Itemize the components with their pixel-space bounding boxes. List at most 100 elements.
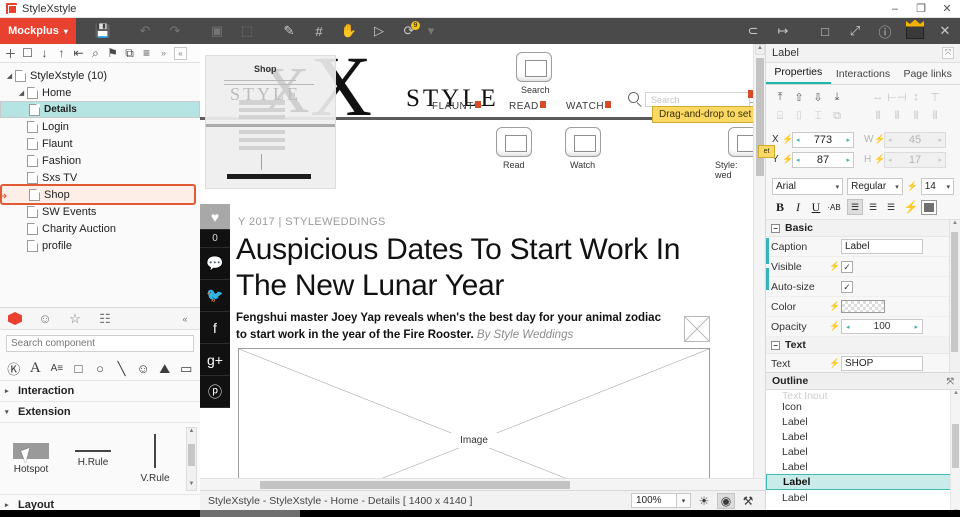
emoji-icon[interactable]: ☺ xyxy=(132,358,154,380)
canvas-horizontal-scrollbar[interactable] xyxy=(200,478,765,490)
collapse-panel-button[interactable]: « xyxy=(174,46,187,60)
add-folder-icon[interactable]: ☐ xyxy=(19,44,36,62)
save-icon[interactable]: 💾 xyxy=(88,18,118,44)
section-interaction[interactable]: ▸ Interaction xyxy=(0,381,200,402)
font-weight-select[interactable]: Regular ▾ xyxy=(847,178,903,195)
decrement-icon[interactable]: ◂ xyxy=(796,136,800,144)
redo-icon[interactable]: ↷ xyxy=(160,18,190,44)
outline-scrollbar[interactable]: ▲ ▼ xyxy=(950,390,960,517)
tree-item-flaunt[interactable]: Flaunt xyxy=(0,135,200,152)
page-icon[interactable]: ▣ xyxy=(202,18,232,44)
maximize-button[interactable]: ❐ xyxy=(908,0,934,18)
my-library-tab[interactable]: ☷ xyxy=(90,308,120,330)
component-hotspot[interactable]: Hotspot xyxy=(0,423,62,494)
caption-input[interactable]: Label xyxy=(841,239,923,254)
preview-icon[interactable]: ▷ xyxy=(364,18,394,44)
bold-button[interactable]: B xyxy=(772,199,788,215)
nav-link-watch[interactable]: WATCH xyxy=(566,101,612,112)
outline-item-label[interactable]: Label xyxy=(766,444,960,459)
font-size-select[interactable]: 14 ▾ xyxy=(920,178,954,195)
tab-properties[interactable]: Properties xyxy=(766,66,831,84)
button-icon[interactable]: Ⓚ xyxy=(3,358,25,380)
outline-item-label[interactable]: Label xyxy=(766,414,960,429)
align-center-icon[interactable]: ⌷ xyxy=(791,108,807,124)
text-icon[interactable]: A xyxy=(25,358,47,380)
nav-link-flaunt[interactable]: FLAUNT xyxy=(432,101,481,112)
bolt-icon[interactable]: ⚡ xyxy=(829,358,841,369)
space-right-icon[interactable]: ⦀ xyxy=(908,108,924,124)
y-input[interactable]: ◂ 87 ▸ xyxy=(792,151,854,168)
component-vrule[interactable]: V.Rule xyxy=(124,423,186,494)
space-left-icon[interactable]: ⦀ xyxy=(870,108,886,124)
outline-item-icon[interactable]: Icon xyxy=(766,399,960,414)
move-up-icon[interactable]: ↑ xyxy=(53,44,70,62)
extension-scrollbar[interactable]: ▲ ▼ xyxy=(186,427,197,491)
scrollbar-thumb[interactable] xyxy=(188,444,195,466)
align-left-button[interactable]: ☰ xyxy=(847,199,863,215)
decrement-icon[interactable]: ◂ xyxy=(796,156,800,164)
tab-interactions[interactable]: Interactions xyxy=(831,68,896,84)
align-stack-icon[interactable]: ⧉ xyxy=(829,108,845,124)
font-family-select[interactable]: Arial ▾ xyxy=(772,178,844,195)
align-down-icon[interactable]: ⇩ xyxy=(810,89,826,105)
h-input[interactable]: ◂ 17 ▸ xyxy=(884,151,946,168)
sync-icon[interactable]: ⟳ 9 xyxy=(394,18,424,44)
bolt-icon[interactable]: ⚡ xyxy=(903,199,919,215)
tree-item-shop[interactable]: ⟶ Shop xyxy=(0,184,196,205)
increment-icon[interactable]: ▸ xyxy=(846,136,850,144)
settings-wrench-icon[interactable]: ⚒ xyxy=(739,493,757,509)
collapse-components-icon[interactable]: « xyxy=(170,308,200,330)
twitter-icon[interactable]: 🐦 xyxy=(200,280,230,312)
hotspot-read-icon[interactable] xyxy=(496,127,532,157)
tree-item-sxs-tv[interactable]: Sxs TV xyxy=(0,169,200,186)
scroll-up-icon[interactable]: ▲ xyxy=(755,44,765,55)
share-icon[interactable]: ⊂ xyxy=(738,18,768,44)
hotspot-search-icon[interactable] xyxy=(516,52,552,82)
underline-button[interactable]: U xyxy=(808,199,824,215)
googleplus-icon[interactable]: g+ xyxy=(200,344,230,376)
grid-icon[interactable]: # xyxy=(304,18,334,44)
outline-item-text-input[interactable]: Text Input xyxy=(766,392,960,399)
scrollbar-thumb[interactable] xyxy=(951,232,958,352)
group-icon[interactable]: ⬚ xyxy=(232,18,262,44)
auto-size-checkbox[interactable]: ✓ xyxy=(841,280,853,293)
section-extension[interactable]: ▾ Extension xyxy=(0,402,200,423)
align-up-icon[interactable]: ⇧ xyxy=(791,89,807,105)
hotspot-style-wed-icon[interactable] xyxy=(728,127,753,157)
group-basic[interactable]: − Basic xyxy=(766,220,960,237)
scroll-up-icon[interactable]: ▲ xyxy=(951,220,959,229)
letter-spacing-button[interactable]: ·AB xyxy=(826,199,842,215)
scroll-down-icon[interactable]: ▼ xyxy=(187,481,196,490)
text-input[interactable]: SHOP xyxy=(841,356,923,371)
pinterest-icon[interactable]: ⓟ xyxy=(200,376,230,408)
mockplus-menu-button[interactable]: Mockplus ▾ xyxy=(0,18,76,44)
fill-icon[interactable]: ✋ xyxy=(334,18,364,44)
flag-icon[interactable]: ⚑ xyxy=(104,44,121,62)
bolt-icon[interactable]: ⚡ xyxy=(829,321,841,332)
align-top-icon[interactable]: ⤒ xyxy=(772,89,788,105)
bolt-icon[interactable]: ⚡ xyxy=(829,301,841,312)
space-equal-icon[interactable]: ⦀ xyxy=(927,108,943,124)
canvas-vertical-scrollbar[interactable]: ▲ ▼ xyxy=(753,44,765,490)
tab-page-links[interactable]: Page links xyxy=(895,68,960,84)
italic-button[interactable]: I xyxy=(790,199,806,215)
add-page-icon[interactable]: ＋ xyxy=(2,44,19,62)
group-text[interactable]: − Text xyxy=(766,337,960,354)
distribute-v-icon[interactable]: ↕ xyxy=(908,89,924,105)
w-input[interactable]: ◂ 45 ▸ xyxy=(884,131,946,148)
scroll-up-icon[interactable]: ▲ xyxy=(952,390,960,399)
comment-icon[interactable]: 💬 xyxy=(200,248,230,280)
export-icon[interactable]: ↦ xyxy=(768,18,798,44)
align-left-icon[interactable]: ⌸ xyxy=(772,108,788,124)
tree-item-charity-auction[interactable]: Charity Auction xyxy=(0,220,200,237)
collapse-icon[interactable]: − xyxy=(771,223,780,233)
distribute-height-icon[interactable]: ⊤ xyxy=(927,89,943,105)
zoom-value[interactable]: 100% xyxy=(631,493,677,508)
scroll-up-icon[interactable]: ▲ xyxy=(187,428,196,437)
zoom-control[interactable]: 100% ▾ xyxy=(631,493,691,508)
tree-item-details[interactable]: Details xyxy=(0,101,200,118)
fullscreen-icon[interactable]: ⤢ xyxy=(840,18,870,44)
minimize-button[interactable]: – xyxy=(882,0,908,18)
input-icon[interactable]: ▭ xyxy=(176,358,198,380)
tree-item-profile[interactable]: profile xyxy=(0,237,200,254)
